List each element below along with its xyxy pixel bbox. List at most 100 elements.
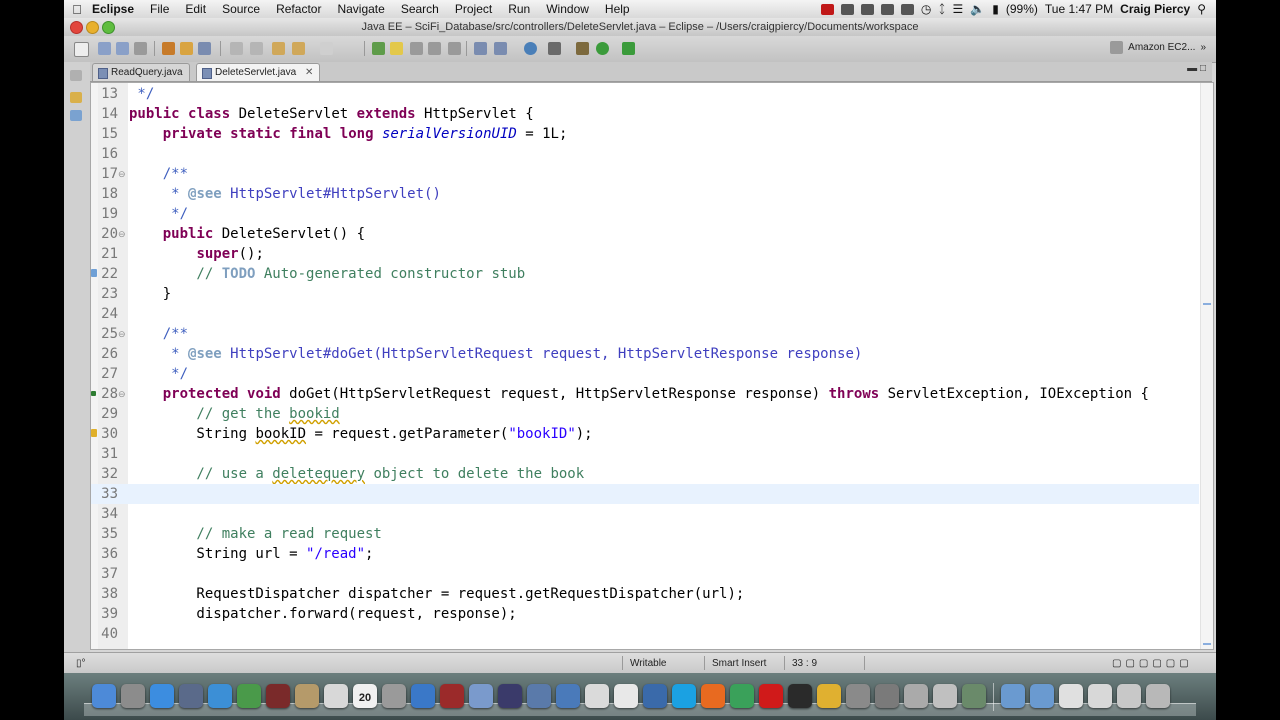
fast-view-icon[interactable]: ▯°: [76, 658, 86, 669]
code-text[interactable]: * @see HttpServlet#HttpServlet(): [129, 184, 441, 204]
prev-annotation-icon[interactable]: [250, 42, 263, 55]
next-annotation-icon[interactable]: [230, 42, 243, 55]
run-icon[interactable]: [596, 42, 609, 55]
code-line[interactable]: 40: [91, 624, 1199, 644]
code-text[interactable]: */: [129, 364, 188, 384]
appstore-icon[interactable]: [150, 684, 174, 708]
downloads-icon[interactable]: [1088, 684, 1112, 708]
code-text[interactable]: /**: [129, 164, 188, 184]
firefox-icon[interactable]: [701, 684, 725, 708]
debug-icon[interactable]: [576, 42, 589, 55]
web-services-icon[interactable]: [494, 42, 507, 55]
clock[interactable]: Tue 1:47 PM: [1045, 2, 1113, 16]
code-line[interactable]: 16: [91, 144, 1199, 164]
fold-toggle-icon[interactable]: ⊖: [118, 168, 126, 180]
code-area[interactable]: 13 */ 14 public class DeleteServlet extend…: [91, 84, 1199, 644]
menu-help[interactable]: Help: [597, 2, 638, 16]
menu-search[interactable]: Search: [393, 2, 447, 16]
code-text[interactable]: protected void doGet(HttpServletRequest …: [129, 384, 1149, 404]
code-line[interactable]: 34: [91, 504, 1199, 524]
code-line[interactable]: 21 super();: [91, 244, 1199, 264]
automator-icon[interactable]: [875, 684, 899, 708]
menu-window[interactable]: Window: [538, 2, 597, 16]
bluetooth-icon[interactable]: ᛨ: [938, 2, 945, 16]
code-text[interactable]: // use a deletequery object to delete th…: [129, 464, 584, 484]
open-type-icon[interactable]: [180, 42, 193, 55]
close-tab-icon[interactable]: ✕: [305, 67, 313, 78]
photobooth-icon[interactable]: [266, 684, 290, 708]
migration-icon[interactable]: [962, 684, 986, 708]
user-name[interactable]: Craig Piercy: [1120, 2, 1190, 16]
warning-marker-icon[interactable]: [91, 429, 97, 437]
screenshot-icon[interactable]: [1117, 684, 1141, 708]
code-line[interactable]: 14 public class DeleteServlet extends Htt…: [91, 104, 1199, 124]
app-menu[interactable]: Eclipse: [90, 2, 142, 16]
itunes-icon[interactable]: [411, 684, 435, 708]
virtualbox-icon[interactable]: [556, 684, 580, 708]
code-line[interactable]: 32 // use a deletequery object to delete…: [91, 464, 1199, 484]
tab-readquery[interactable]: ReadQuery.java: [92, 63, 190, 81]
safari-icon[interactable]: [208, 684, 232, 708]
open-perspective-icon[interactable]: [1110, 41, 1124, 54]
code-line[interactable]: 18 * @see HttpServlet#HttpServlet(): [91, 184, 1199, 204]
block-selection-icon[interactable]: [410, 42, 423, 55]
code-line[interactable]: 23 }: [91, 284, 1199, 304]
outline-icon[interactable]: [70, 110, 82, 121]
task-marker-icon[interactable]: [91, 269, 97, 277]
xcode-icon[interactable]: [527, 684, 551, 708]
code-line[interactable]: 29 // get the bookid: [91, 404, 1199, 424]
status-tray-icons[interactable]: ▢▢▢▢▢▢: [1112, 658, 1193, 669]
code-text[interactable]: /**: [129, 324, 188, 344]
project-explorer-icon[interactable]: [70, 92, 82, 103]
search-icon[interactable]: [198, 42, 211, 55]
save-all-icon[interactable]: [116, 42, 129, 55]
system-prefs-icon[interactable]: [846, 684, 870, 708]
print-icon[interactable]: [134, 42, 147, 55]
forward-disabled-icon[interactable]: [320, 42, 333, 55]
code-text[interactable]: public DeleteServlet() {: [129, 224, 365, 244]
minimize-editor-icon[interactable]: ▬: [1187, 63, 1197, 74]
textedit-icon[interactable]: [614, 684, 638, 708]
file-icon[interactable]: [1059, 684, 1083, 708]
code-text[interactable]: public class DeleteServlet extends HttpS…: [129, 104, 534, 124]
preview-icon[interactable]: [382, 684, 406, 708]
tray-app-icon[interactable]: [860, 3, 874, 15]
perspective-name[interactable]: Amazon EC2...: [1128, 42, 1195, 53]
minimize-window-button[interactable]: [86, 21, 99, 34]
code-text[interactable]: RequestDispatcher dispatcher = request.g…: [129, 584, 744, 604]
code-line[interactable]: 25 ⊖ /**: [91, 324, 1199, 344]
menu-refactor[interactable]: Refactor: [268, 2, 329, 16]
mail-icon[interactable]: [324, 684, 348, 708]
keychain-icon[interactable]: [933, 684, 957, 708]
code-line[interactable]: 37: [91, 564, 1199, 584]
menu-run[interactable]: Run: [500, 2, 538, 16]
code-text[interactable]: private static final long serialVersionU…: [129, 124, 568, 144]
code-line[interactable]: 26 * @see HttpServlet#doGet(HttpServletR…: [91, 344, 1199, 364]
code-text[interactable]: // TODO Auto-generated constructor stub: [129, 264, 525, 284]
code-text[interactable]: * @see HttpServlet#doGet(HttpServletRequ…: [129, 344, 862, 364]
override-marker-icon[interactable]: [91, 391, 96, 396]
spotlight-icon[interactable]: ⚲: [1197, 2, 1206, 16]
restore-view-icon[interactable]: [70, 70, 82, 81]
terminal-icon[interactable]: [548, 42, 561, 55]
code-line[interactable]: 39 dispatcher.forward(request, response)…: [91, 604, 1199, 624]
code-line[interactable]: 13 */: [91, 84, 1199, 104]
menu-navigate[interactable]: Navigate: [329, 2, 392, 16]
close-window-button[interactable]: [70, 21, 83, 34]
overview-ruler[interactable]: [1200, 83, 1213, 649]
code-text[interactable]: String url = "/read";: [129, 544, 373, 564]
chrome-icon[interactable]: [730, 684, 754, 708]
code-text[interactable]: String bookID = request.getParameter("bo…: [129, 424, 592, 444]
zoom-window-button[interactable]: [102, 21, 115, 34]
external-tools-icon[interactable]: [622, 42, 635, 55]
launchpad-icon[interactable]: [121, 684, 145, 708]
finder-icon[interactable]: [92, 684, 116, 708]
facetime-icon[interactable]: [237, 684, 261, 708]
utility-icon[interactable]: [904, 684, 928, 708]
apple-menu-icon[interactable]: : [64, 2, 90, 17]
volume-icon[interactable]: 🔈: [970, 2, 985, 16]
fold-toggle-icon[interactable]: ⊖: [118, 388, 126, 400]
code-line[interactable]: 19 */: [91, 204, 1199, 224]
code-text[interactable]: }: [129, 284, 171, 304]
code-text[interactable]: */: [129, 204, 188, 224]
